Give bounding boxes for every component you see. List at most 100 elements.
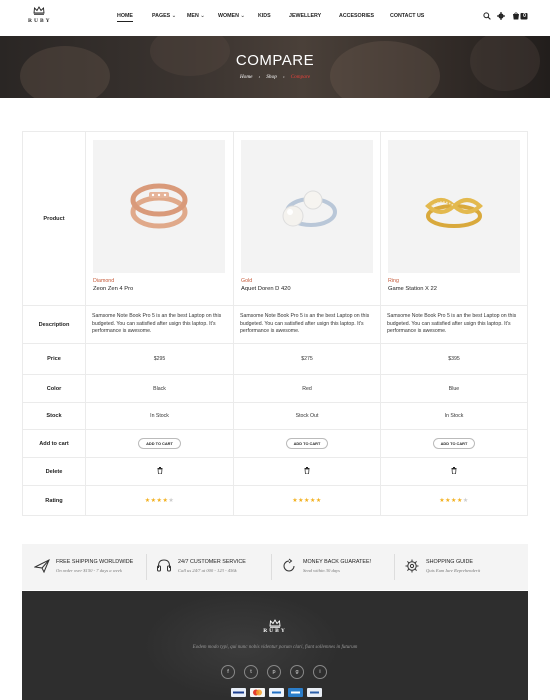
paypal-icon [269,688,284,697]
breadcrumb-current: Compare [290,74,311,80]
product-color: Blue [380,374,528,403]
nav-item-jewellery[interactable]: JEWELLERY [289,13,321,19]
service-title: FREE SHIPPING WORLDWIDE [56,559,134,565]
table-row: Delete [22,457,528,486]
table-row: Stock In Stock Stock Out In Stock [22,402,528,430]
logo-text: RUBY [28,18,52,24]
paypal-2-icon [307,688,322,697]
nav-item-contact-us[interactable]: CONTACT US [390,13,424,19]
service-title: MONEY BACK GUARATEE! [303,559,372,565]
add-to-cart-button[interactable]: ADD TO CART [138,438,181,449]
service-subtitle: Quis Eum Iure Reprehenderit [426,568,481,573]
service-subtitle: Call us 24/7 at 000 - 123 - 456k [178,568,237,573]
delete-cell [85,457,234,486]
product-price: $275 [233,343,381,375]
row-label-color: Color [22,374,86,403]
product-image[interactable] [93,140,225,273]
delete-cell [380,457,528,486]
page-title: COMPARE [235,52,315,69]
footer-logo[interactable]: RUBY [260,619,290,634]
product-rating: ★★★★★ [380,485,528,516]
product-color: Black [85,374,234,403]
product-color: Red [233,374,381,403]
nav-item-accesories[interactable]: ACCESORIES [339,13,374,19]
nav-item-home[interactable]: HOME [117,13,133,22]
crown-icon [33,6,45,15]
delete-cell [233,457,381,486]
row-label-rating: Rating [22,485,86,516]
product-description: Samsome Note Book Pro 5 is an the best L… [233,305,381,344]
trash-icon[interactable] [304,467,310,475]
breadcrumb-separator-icon: › [282,74,285,80]
product-image[interactable] [388,140,520,273]
trash-icon[interactable] [157,467,163,475]
footer-logo-text: RUBY [263,628,287,634]
rose-gold-ring-image [130,183,188,229]
row-label-stock: Stock [22,402,86,430]
nav-item-kids[interactable]: KIDS [258,13,271,19]
twitter-icon[interactable]: t [244,665,258,679]
cart-count-badge: 0 [523,12,526,19]
chevron-down-icon: ⌄ [171,13,177,19]
product-rating: ★★★★★ [233,485,381,516]
logo[interactable]: RUBY [28,6,50,24]
row-label-price: Price [22,343,86,375]
product-stock: In Stock [85,402,234,430]
page-banner: COMPARE Home › Shop › Compare [0,36,550,98]
star-empty-icon: ★ [462,498,469,504]
instagram-icon[interactable]: i [313,665,327,679]
google-plus-icon[interactable]: g [290,665,304,679]
services-strip: FREE SHIPPING WORLDWIDE On order over $1… [22,544,528,590]
star-rating: ★★★★★ [145,498,174,504]
chevron-down-icon: ⌄ [240,13,245,19]
product-image[interactable] [241,140,373,273]
product-description: Samsome Note Book Pro 5 is an the best L… [85,305,234,344]
row-label-product: Product [22,131,86,306]
breadcrumb-shop[interactable]: Shop [266,74,277,80]
table-row: Product Diamond Zeon Zen 4 Pro Gold Aque… [22,131,528,306]
gear-icon[interactable] [497,12,505,20]
row-label-description: Description [22,305,86,344]
refresh-icon [283,558,295,572]
product-cell: Diamond Zeon Zen 4 Pro [85,131,234,306]
divider [146,554,147,580]
visa-icon [231,688,246,697]
breadcrumb: Home › Shop › Compare [0,74,550,80]
product-name[interactable]: Zeon Zen 4 Pro [93,286,226,292]
nav-item-men[interactable]: MEN ⌄ [187,13,205,19]
product-name[interactable]: Game Station X 22 [388,286,520,292]
pinterest-icon[interactable]: p [267,665,281,679]
product-name[interactable]: Aquet Doren D 420 [241,286,373,292]
nav-item-pages[interactable]: PAGES ⌄ [152,13,176,19]
add-to-cart-cell: ADD TO CART [380,429,528,458]
plane-icon [34,558,50,574]
facebook-icon[interactable]: f [221,665,235,679]
row-label-delete: Delete [22,457,86,486]
add-to-cart-button[interactable]: ADD TO CART [432,438,476,449]
row-label-add-to-cart: Add to cart [22,429,86,458]
search-icon[interactable] [483,12,491,20]
product-category[interactable]: Diamond [93,278,226,284]
chevron-down-icon: ⌄ [200,13,205,19]
product-description: Samsome Note Book Pro 5 is an the best L… [380,305,528,344]
trash-icon[interactable] [451,467,457,475]
product-category[interactable]: Ring [388,278,520,284]
service-title: SHOPPING GUIDE [426,559,474,565]
nav-item-women[interactable]: WOMEN ⌄ [218,13,245,19]
site-header: RUBY HOME PAGES ⌄ MEN ⌄ WOMEN ⌄ KIDS JEW… [0,0,550,36]
table-row: Rating ★★★★★ ★★★★★ ★★★★★ [22,485,528,516]
product-price: $395 [380,343,528,375]
site-footer: RUBY Eodem modo typi, qui nunc nobis vid… [22,591,528,700]
divider [394,554,395,580]
breadcrumb-home[interactable]: Home [240,74,253,80]
table-row: Description Samsome Note Book Pro 5 is a… [22,305,528,344]
table-row: Color Black Red Blue [22,374,528,403]
add-to-cart-button[interactable]: ADD TO CART [285,438,329,449]
service-subtitle: On order over $150 - 7 days a week [56,568,122,573]
product-stock: In Stock [380,402,528,430]
product-stock: Stock Out [233,402,381,430]
product-category[interactable]: Gold [241,278,373,284]
add-to-cart-cell: ADD TO CART [85,429,234,458]
pearl-ring-image [282,190,337,227]
star-rating: ★★★★★ [439,498,468,504]
